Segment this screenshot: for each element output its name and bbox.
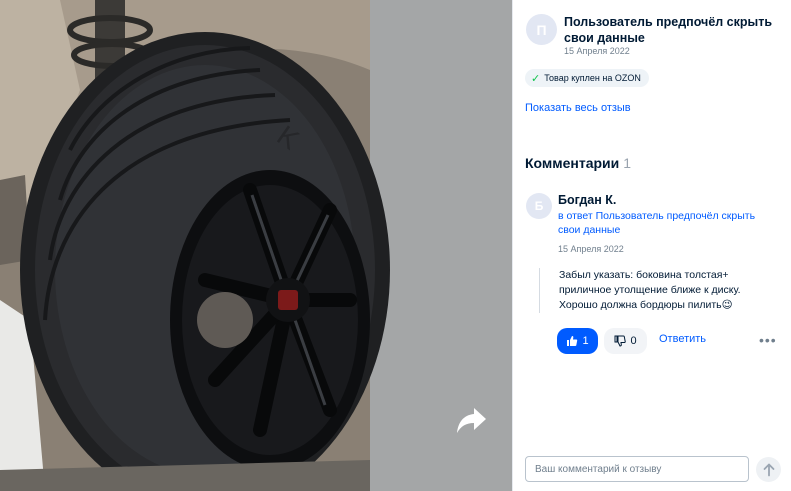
author-avatar-letter: П: [536, 21, 547, 38]
like-count: 1: [582, 335, 589, 347]
more-options-icon[interactable]: •••: [759, 332, 777, 348]
dislike-button[interactable]: 0: [604, 328, 647, 354]
thumbs-down-icon: [614, 335, 627, 347]
comment-author-avatar: Б: [526, 193, 552, 219]
like-button[interactable]: 1: [557, 328, 598, 354]
comment-reply-to-link[interactable]: в ответ Пользователь предпочёл скрыть св…: [558, 209, 773, 237]
comment-input[interactable]: [525, 456, 749, 482]
send-comment-button[interactable]: [756, 457, 781, 482]
comment-avatar-letter: Б: [534, 199, 544, 213]
arrow-up-icon: [763, 463, 774, 476]
share-button[interactable]: [452, 402, 492, 438]
comments-heading: Комментарии 1: [525, 155, 631, 171]
review-date: 15 Апреля 2022: [564, 46, 630, 56]
purchased-on-ozon-badge: ✓ Товар куплен на OZON: [525, 69, 649, 87]
comment-text: Забыл указать: боковина толстая+ приличн…: [539, 268, 779, 313]
review-side-panel: П Пользователь предпочёл скрыть свои дан…: [512, 0, 791, 491]
thumbs-up-icon: [567, 336, 578, 346]
share-arrow-icon: [457, 408, 486, 433]
author-avatar: П: [526, 14, 557, 45]
review-author-name: Пользователь предпочёл скрыть свои данны…: [564, 15, 773, 45]
tire-photo-illustration: K: [0, 0, 512, 491]
review-photo: K: [0, 0, 512, 491]
comments-title: Комментарии: [525, 155, 620, 171]
check-icon: ✓: [531, 72, 541, 85]
dislike-count: 0: [630, 335, 637, 347]
purchased-badge-label: Товар куплен на OZON: [544, 73, 641, 83]
comment-date: 15 Апреля 2022: [558, 244, 624, 254]
comment-author-name: Богдан К.: [558, 193, 617, 207]
reply-button[interactable]: Ответить: [659, 333, 706, 345]
comments-count: 1: [623, 155, 632, 171]
show-full-review-link[interactable]: Показать весь отзыв: [525, 102, 631, 114]
